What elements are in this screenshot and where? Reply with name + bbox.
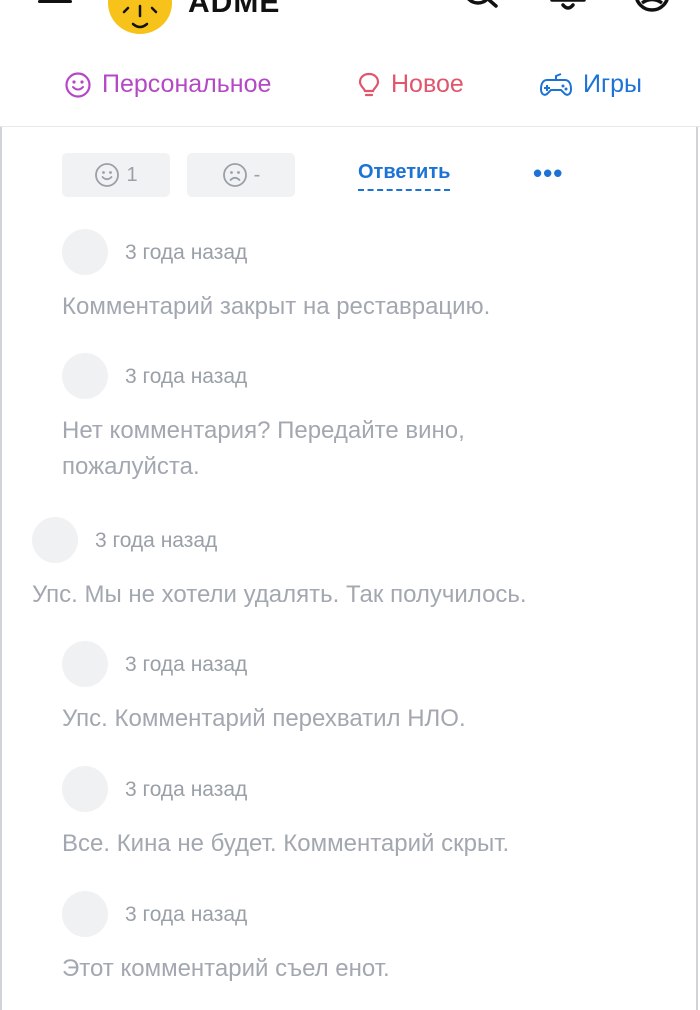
tab-games[interactable]: Игры [539, 70, 642, 99]
clipped-comment-text: ..., ...,...,...,. ,,,, [62, 113, 224, 127]
app-header: ADME [0, 0, 700, 49]
dislike-button[interactable]: - [187, 153, 295, 197]
comment-text: Комментарий закрыт на реставрацию. [62, 293, 491, 320]
comment-text: Все. Кина не будет. Комментарий скрыт. [62, 830, 510, 857]
tab-personal[interactable]: Персональное [64, 70, 271, 99]
like-count: 1 [126, 163, 138, 186]
avatar[interactable] [32, 517, 78, 563]
menu-icon[interactable] [38, 0, 72, 14]
more-options-icon[interactable]: ••• [533, 158, 563, 189]
comment-time: 3 года назад [125, 365, 248, 388]
reply-button[interactable]: Ответить [358, 161, 451, 191]
lightbulb-logo-icon[interactable] [108, 0, 172, 34]
comment-time: 3 года назад [125, 778, 248, 801]
tab-new[interactable]: Новое [357, 70, 464, 99]
logo-text[interactable]: ADME [188, 0, 280, 20]
comment-text: Упс. Комментарий перехватил НЛО. [62, 705, 466, 732]
bell-icon[interactable] [548, 0, 588, 22]
comment-text: Упс. Мы не хотели удалять. Так получилос… [32, 581, 527, 608]
like-button[interactable]: 1 [62, 153, 170, 197]
avatar[interactable] [62, 641, 108, 687]
gamepad-icon [539, 72, 573, 96]
tab-personal-label: Персональное [102, 70, 272, 98]
frown-icon [222, 163, 247, 187]
comment-time: 3 года назад [95, 529, 218, 552]
tab-new-label: Новое [391, 70, 464, 98]
avatar[interactable] [62, 766, 108, 812]
smiley-icon [65, 71, 91, 98]
avatar[interactable] [62, 353, 108, 399]
comment-time: 3 года назад [125, 653, 248, 676]
dislike-count: - [253, 163, 261, 186]
avatar[interactable] [62, 229, 108, 275]
user-icon[interactable] [632, 0, 672, 22]
comment-time: 3 года назад [125, 903, 248, 926]
comment-text: Этот комментарий съел енот. [62, 955, 390, 982]
comment-time: 3 года назад [125, 241, 248, 264]
lightbulb-icon [358, 72, 380, 96]
search-icon[interactable] [462, 0, 502, 22]
avatar[interactable] [62, 891, 108, 937]
comment-text: Нет комментария? Передайте вино, пожалуй… [62, 417, 465, 480]
tab-games-label: Игры [583, 70, 642, 98]
smile-icon [95, 163, 120, 187]
